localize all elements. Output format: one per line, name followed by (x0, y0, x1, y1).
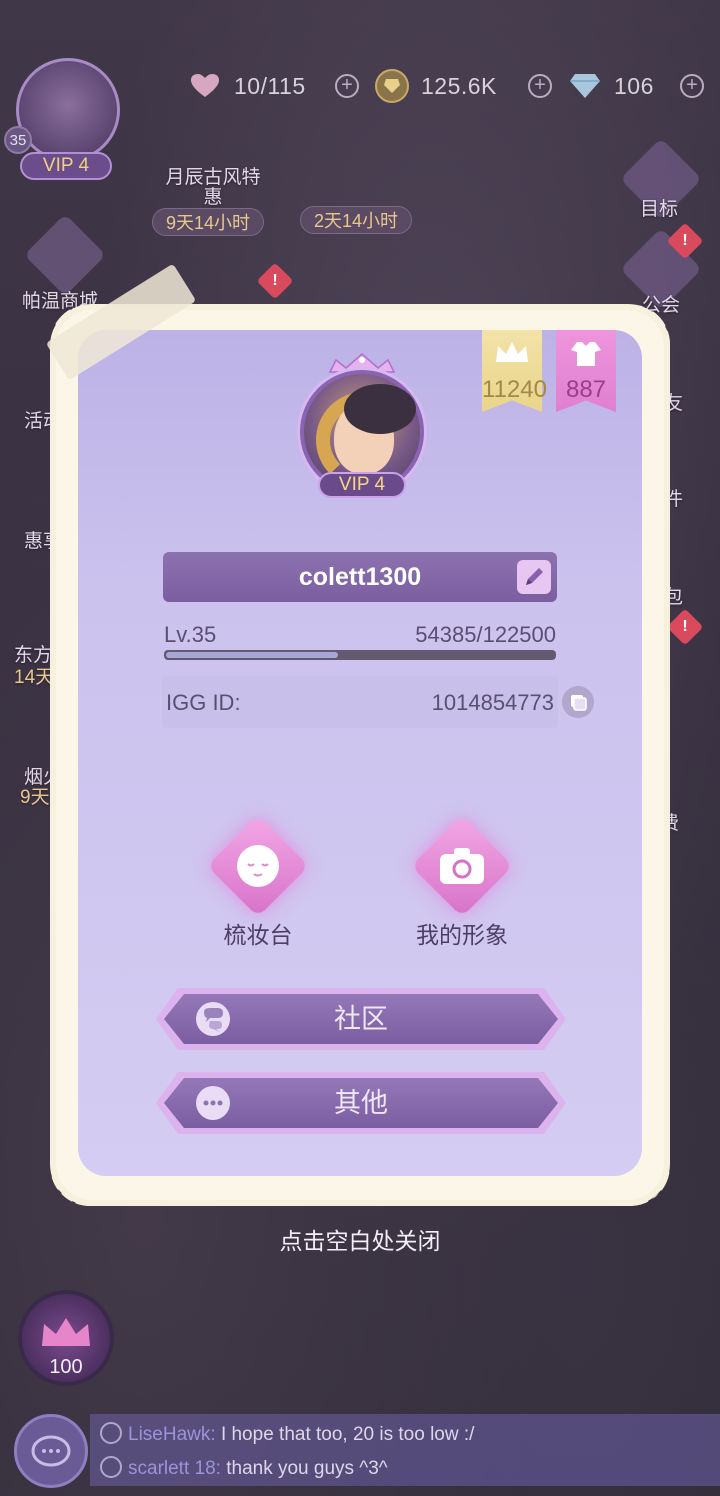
crown-count: 11240 (482, 376, 547, 403)
other-label: 其他 (334, 1088, 388, 1118)
dress-ribbon[interactable]: 887 (556, 330, 616, 412)
vanity-action[interactable]: 梳妆台 (188, 815, 328, 950)
my-image-icon-bg (411, 815, 513, 917)
player-level-badge: 35 (4, 126, 32, 154)
coins-value: 125.6K (421, 72, 497, 99)
avatar-hat (344, 384, 416, 434)
igg-id-value: 1014854773 (431, 690, 554, 715)
vanity-icon-bg (207, 815, 309, 917)
crown-ribbon[interactable]: 11240 (482, 330, 547, 412)
bag-alert-badge: ! (666, 608, 704, 646)
level-label: Lv.35 (164, 622, 217, 647)
username-bar: colett1300 (163, 552, 557, 602)
gems-resource: 106 (568, 66, 654, 106)
face-icon (237, 845, 279, 887)
copy-icon (571, 695, 587, 711)
promo-title-1[interactable]: 月辰古风特惠 (158, 168, 268, 208)
currency-bar: 10/115 + 125.6K + 106 + (180, 66, 710, 106)
globe-icon (100, 1456, 122, 1478)
chat-text: I hope that too, 20 is too low :/ (220, 1424, 475, 1445)
crown-level-value: 100 (49, 1356, 83, 1378)
goal-label[interactable]: 目标 (640, 194, 678, 221)
player-avatar[interactable] (16, 58, 120, 162)
promo-timer-2: 2天14小时 (300, 206, 412, 234)
gems-value: 106 (614, 72, 654, 99)
igg-id-label: IGG ID: (166, 690, 241, 715)
chat-icon (31, 1435, 71, 1467)
coins-resource: 125.6K (375, 66, 497, 106)
add-hearts-button[interactable]: + (335, 74, 359, 98)
heart-icon (188, 69, 222, 103)
exp-progress-bar (164, 650, 556, 660)
camera-icon (440, 848, 484, 884)
dress-icon (556, 340, 616, 375)
player-vip-badge: VIP 4 (20, 152, 112, 180)
chat-message: scarlett 18: thank you guys ^3^ (100, 1456, 388, 1480)
chat-text: thank you guys ^3^ (226, 1458, 388, 1479)
hearts-value: 10/115 (234, 72, 306, 99)
crown-icon (482, 340, 542, 373)
add-coins-button[interactable]: + (528, 74, 552, 98)
my-image-label: 我的形象 (416, 922, 508, 948)
community-label: 社区 (334, 1004, 388, 1034)
profile-modal: 11240 887 VIP 4 colett1300 Lv.35 54385/1… (78, 330, 642, 1176)
hearts-resource: 10/115 (188, 66, 306, 106)
alert-badge: ! (256, 262, 294, 300)
chat-username: LiseHawk: (128, 1424, 216, 1445)
east-timer: 14天 (14, 667, 55, 688)
edit-name-button[interactable] (517, 560, 551, 594)
igg-id-row: IGG ID: 1014854773 (162, 676, 558, 728)
crown-level-badge[interactable]: 100 (18, 1290, 114, 1386)
crown-badge-icon (42, 1318, 90, 1346)
chat-username: scarlett 18: (128, 1458, 221, 1479)
vanity-label: 梳妆台 (223, 922, 293, 948)
globe-icon (100, 1422, 122, 1444)
add-gems-button[interactable]: + (680, 74, 704, 98)
my-image-action[interactable]: 我的形象 (392, 815, 532, 950)
close-hint[interactable]: 点击空白处关闭 (0, 1222, 720, 1256)
community-button[interactable]: 社区 (164, 994, 558, 1044)
copy-id-button[interactable] (562, 686, 594, 718)
chat-button[interactable] (14, 1414, 88, 1488)
pencil-icon (526, 568, 543, 585)
other-button[interactable]: 其他 (164, 1078, 558, 1128)
guild-alert-badge: ! (666, 222, 704, 260)
exp-progress-fill (166, 652, 338, 658)
coin-icon (375, 69, 409, 103)
diamond-icon (568, 69, 602, 103)
username: colett1300 (298, 563, 422, 591)
promo-timer-1: 9天14小时 (152, 208, 264, 236)
fireworks-timer: 9天 (20, 787, 50, 808)
exp-text: 54385/122500 (415, 622, 556, 647)
dress-count: 887 (565, 376, 607, 403)
profile-vip-badge: VIP 4 (318, 472, 406, 498)
chat-message: LiseHawk: I hope that too, 20 is too low… (100, 1422, 474, 1446)
